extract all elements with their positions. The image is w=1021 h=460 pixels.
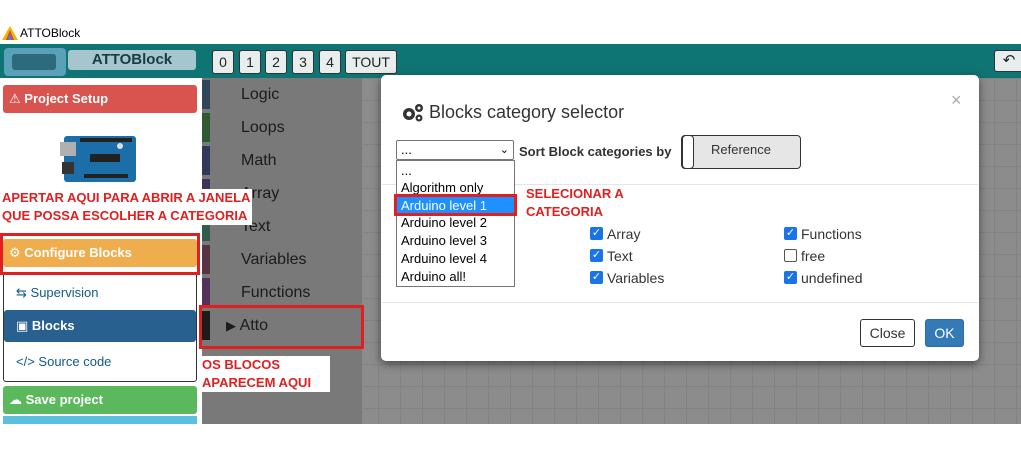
checkbox-free[interactable] <box>784 249 797 262</box>
level-button-2[interactable]: 2 <box>265 50 287 74</box>
annotation-configure-note: APERTAR AQUI PARA ABRIR A JANELA QUE POS… <box>0 189 253 225</box>
save-project-label: Save project <box>25 392 103 407</box>
dropdown-option[interactable]: Arduino level 2 <box>397 214 514 232</box>
undo-icon: ↶ <box>1002 52 1016 69</box>
checkbox-label: Text <box>607 248 633 264</box>
checkbox-label: Functions <box>801 226 862 242</box>
reference-label: Reference <box>711 142 771 157</box>
annotation-box-atto <box>199 305 364 349</box>
project-setup-button[interactable]: ⚠ Project Setup <box>3 85 197 113</box>
sort-label: Sort Block categories by <box>519 144 672 159</box>
annotation-blocks-note: OS BLOCOS APARECEM AQUI <box>200 356 330 392</box>
dropdown-option[interactable]: Arduino level 4 <box>397 250 514 268</box>
puzzle-icon: ▣ <box>16 318 29 333</box>
checkbox-functions[interactable]: ✓ <box>784 227 797 240</box>
checkbox-label: Array <box>607 226 641 242</box>
modal-title: Blocks category selector <box>429 102 625 122</box>
window-titlebar: ATTOBlock <box>0 22 1021 44</box>
app-logo-icon <box>2 26 18 40</box>
sidebar-item-blocks[interactable]: ▣ Blocks <box>4 310 196 342</box>
sort-reference-toggle[interactable]: Reference <box>681 135 801 169</box>
level-button-1[interactable]: 1 <box>239 50 261 74</box>
checkbox-text[interactable]: ✓ <box>590 249 603 262</box>
level-button-3[interactable]: 3 <box>292 50 314 74</box>
annotation-line: APERTAR AQUI PARA ABRIR A JANELA <box>2 190 251 205</box>
sidebar-item-label: Source code <box>38 354 112 369</box>
window-title: ATTOBlock <box>20 26 81 40</box>
undo-button[interactable]: ↶ <box>994 50 1021 72</box>
chevron-down-icon: ⌄ <box>499 144 509 156</box>
select-value: ... <box>401 142 412 157</box>
project-setup-label: Project Setup <box>24 91 109 106</box>
dropdown-option[interactable]: Arduino level 3 <box>397 232 514 250</box>
dropdown-option[interactable]: Arduino all! <box>397 268 514 286</box>
arduino-board-image <box>60 136 136 182</box>
toggle-knob[interactable] <box>682 135 694 169</box>
level-button-0[interactable]: 0 <box>212 50 234 74</box>
annotation-line: CATEGORIA <box>526 204 604 219</box>
level-button-tout[interactable]: TOUT <box>345 50 397 74</box>
sidebar-item-source-code[interactable]: </> Source code <box>4 346 196 378</box>
sidebar-bottom-button[interactable] <box>3 416 197 424</box>
exchange-icon: ⇆ <box>16 285 27 300</box>
checkbox-array[interactable]: ✓ <box>590 227 603 240</box>
checkbox-label: undefined <box>801 270 863 286</box>
board-logo-icon <box>4 48 66 76</box>
warning-icon: ⚠ <box>9 91 21 106</box>
annotation-select-note: SELECIONAR A CATEGORIA <box>524 185 626 221</box>
modal-close-icon[interactable]: × <box>951 90 962 111</box>
category-preset-select[interactable]: ... ⌄ <box>396 140 514 160</box>
annotation-box-configure <box>0 233 200 275</box>
gears-icon <box>403 104 423 122</box>
dropdown-option[interactable]: ... <box>397 162 514 180</box>
level-button-4[interactable]: 4 <box>319 50 341 74</box>
checkbox-undefined[interactable]: ✓ <box>784 271 797 284</box>
annotation-line: SELECIONAR A <box>526 186 624 201</box>
cloud-download-icon: ☁ <box>9 392 22 407</box>
sidebar-item-label: Supervision <box>30 285 99 300</box>
sidebar-item-supervision[interactable]: ⇆ Supervision <box>4 277 196 309</box>
brand-name: ATTOBlock <box>68 50 196 70</box>
annotation-line: OS BLOCOS <box>202 357 281 372</box>
checkbox-label: Variables <box>607 270 665 286</box>
checkbox-label: free <box>801 248 826 264</box>
code-icon: </> <box>16 354 35 369</box>
sidebar-item-label: Blocks <box>31 318 75 333</box>
annotation-line: QUE POSSA ESCOLHER A CATEGORIA <box>2 208 248 223</box>
save-project-button[interactable]: ☁ Save project <box>3 386 197 414</box>
close-button[interactable]: Close <box>860 319 915 347</box>
annotation-box-dropdown <box>394 194 517 216</box>
annotation-line: APARECEM AQUI <box>202 375 312 390</box>
checkbox-variables[interactable]: ✓ <box>590 271 603 284</box>
ok-button[interactable]: OK <box>925 319 964 347</box>
modal-footer-divider <box>382 302 978 303</box>
